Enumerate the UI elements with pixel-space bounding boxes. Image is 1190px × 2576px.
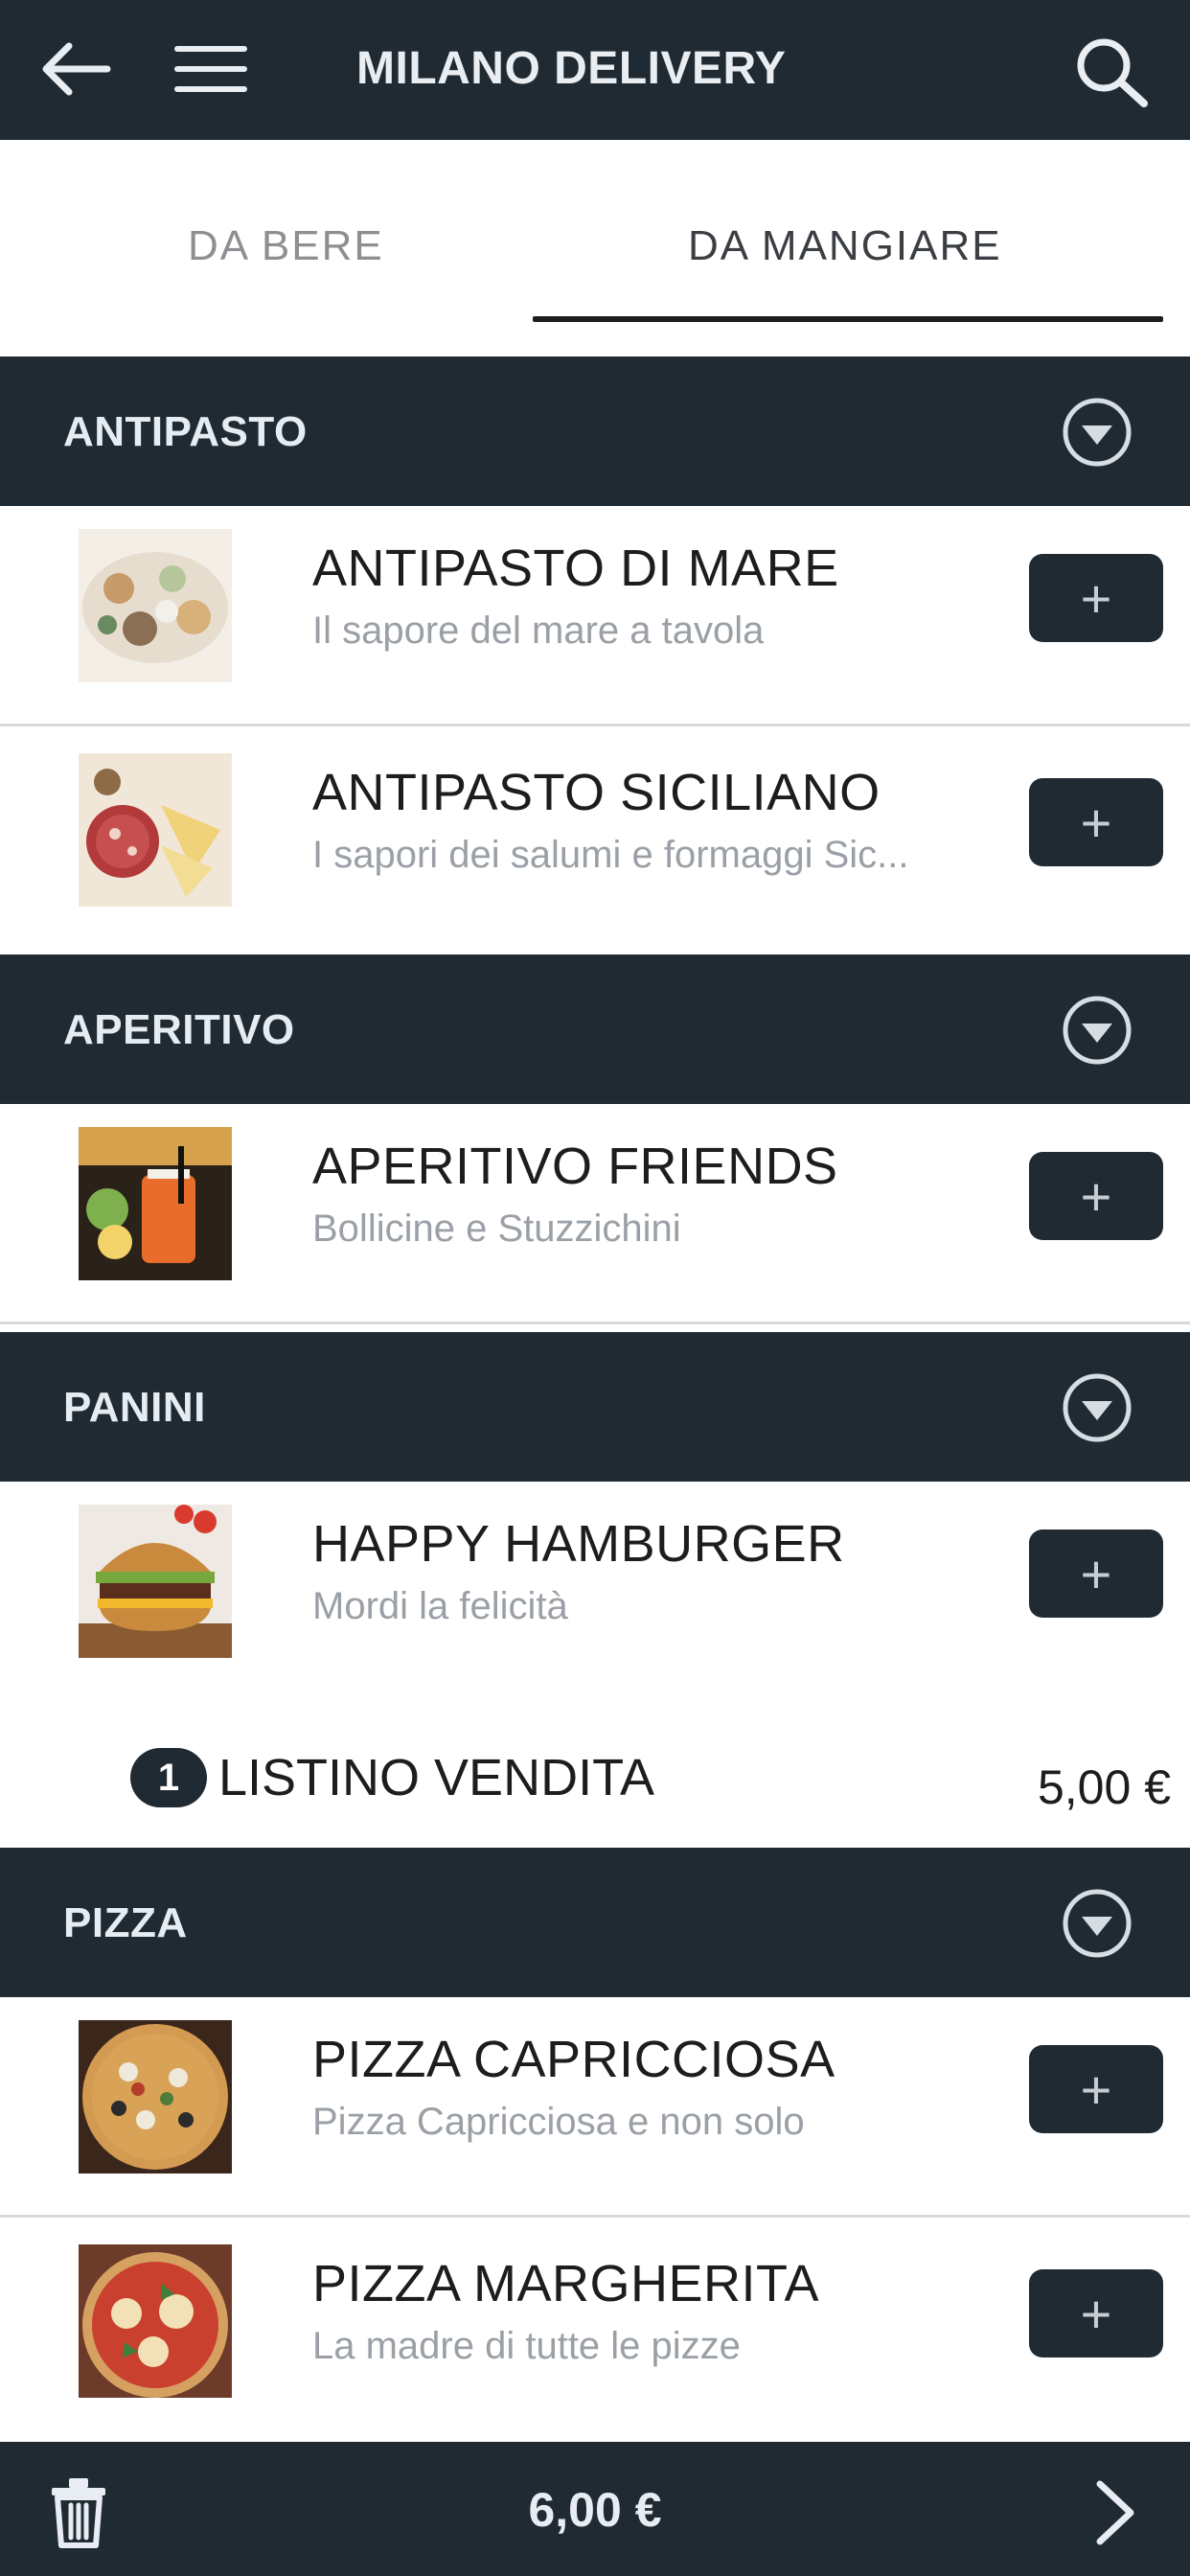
list-item-pizza-margherita[interactable]: PIZZA MARGHERITA La madre di tutte le pi… — [0, 2221, 1190, 2442]
list-item-happy-hamburger[interactable]: HAPPY HAMBURGER Mordi la felicità + — [0, 1482, 1190, 1702]
pizza-capricciosa-image — [79, 2020, 232, 2174]
plus-icon: + — [1080, 1165, 1112, 1227]
item-description: Mordi la felicità — [312, 1585, 568, 1627]
category-header-antipasto[interactable]: ANTIPASTO — [0, 356, 1190, 506]
list-item-antipasto-siciliano[interactable]: ANTIPASTO SICILIANO I sapori dei salumi … — [0, 730, 1190, 951]
seafood-antipasto-image — [79, 529, 232, 682]
category-header-panini[interactable]: PANINI — [0, 1332, 1190, 1482]
chevron-down-circle-icon[interactable] — [1060, 1370, 1134, 1445]
cart-total: 6,00 € — [528, 2483, 662, 2537]
chevron-down-circle-icon[interactable] — [1060, 1886, 1134, 1961]
item-name: APERITIVO FRIENDS — [312, 1138, 838, 1195]
list-item-antipasto-di-mare[interactable]: ANTIPASTO DI MARE Il sapore del mare a t… — [0, 506, 1190, 726]
chevron-down-circle-icon[interactable] — [1060, 395, 1134, 470]
cured-meats-cheese-image — [79, 753, 232, 907]
list-item-aperitivo-friends[interactable]: APERITIVO FRIENDS Bollicine e Stuzzichin… — [0, 1104, 1190, 1324]
tab-bar: DA BERE DA MANGIARE — [0, 140, 1190, 356]
list-item-pizza-capricciosa[interactable]: PIZZA CAPRICCIOSA Pizza Capricciosa e no… — [0, 1997, 1190, 2218]
app-title: MILANO DELIVERY — [356, 43, 787, 94]
category-header-aperitivo[interactable]: APERITIVO — [0, 954, 1190, 1104]
price-list-label: LISTINO VENDITA — [218, 1749, 655, 1806]
aperitivo-drinks-image — [79, 1127, 232, 1280]
price-list-row[interactable]: 1 LISTINO VENDITA 5,00 € — [0, 1702, 1190, 1846]
add-button[interactable]: + — [1029, 1530, 1163, 1618]
hamburger-menu-icon[interactable] — [172, 42, 249, 96]
category-label: PANINI — [63, 1384, 206, 1431]
chevron-down-circle-icon[interactable] — [1060, 993, 1134, 1068]
add-button[interactable]: + — [1029, 2269, 1163, 2358]
add-button[interactable]: + — [1029, 2045, 1163, 2133]
top-app-bar: MILANO DELIVERY — [0, 0, 1190, 140]
item-name: ANTIPASTO DI MARE — [312, 540, 839, 597]
plus-icon: + — [1080, 792, 1112, 853]
hamburger-image — [79, 1505, 232, 1658]
category-label: PIZZA — [63, 1899, 188, 1946]
category-header-pizza[interactable]: PIZZA — [0, 1848, 1190, 1997]
plus-icon: + — [1080, 2283, 1112, 2344]
chevron-right-icon[interactable] — [1087, 2474, 1144, 2551]
add-button[interactable]: + — [1029, 554, 1163, 642]
item-description: La madre di tutte le pizze — [312, 2325, 741, 2367]
active-tab-indicator — [533, 316, 1163, 322]
plus-icon: + — [1080, 2058, 1112, 2120]
add-button[interactable]: + — [1029, 1152, 1163, 1240]
item-name: ANTIPASTO SICILIANO — [312, 764, 881, 821]
item-description: Pizza Capricciosa e non solo — [312, 2101, 805, 2143]
category-label: APERITIVO — [63, 1006, 295, 1053]
search-icon[interactable] — [1071, 34, 1152, 107]
tab-da-bere[interactable]: DA BERE — [188, 222, 384, 270]
plus-icon: + — [1080, 567, 1112, 629]
price-value: 5,00 € — [1037, 1760, 1171, 1814]
item-name: PIZZA MARGHERITA — [312, 2255, 820, 2312]
item-name: PIZZA CAPRICCIOSA — [312, 2031, 835, 2088]
item-description: Il sapore del mare a tavola — [312, 610, 765, 652]
pizza-margherita-image — [79, 2244, 232, 2398]
quantity-badge: 1 — [130, 1748, 207, 1807]
plus-icon: + — [1080, 1543, 1112, 1604]
category-label: ANTIPASTO — [63, 408, 308, 455]
cart-bar: 6,00 € — [0, 2442, 1190, 2576]
item-description: Bollicine e Stuzzichini — [312, 1208, 681, 1250]
add-button[interactable]: + — [1029, 778, 1163, 866]
tab-da-mangiare[interactable]: DA MANGIARE — [688, 222, 1002, 270]
item-name: HAPPY HAMBURGER — [312, 1515, 845, 1573]
back-arrow-icon[interactable] — [40, 38, 113, 100]
item-description: I sapori dei salumi e formaggi Sic... — [312, 834, 909, 876]
